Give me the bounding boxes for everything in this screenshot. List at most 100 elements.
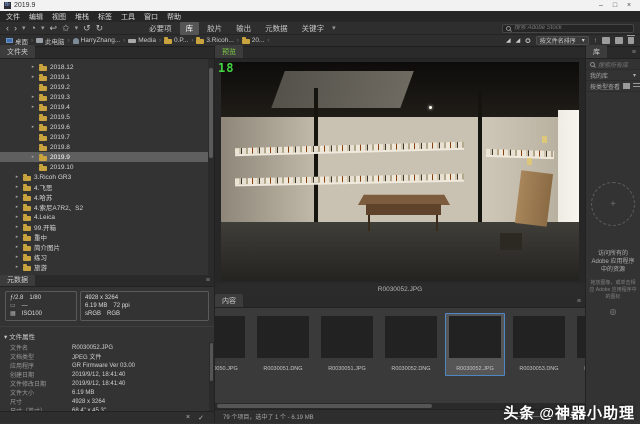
thumbnail-cell[interactable]: ····· R0030051.DNG <box>253 313 313 376</box>
file-properties-heading[interactable]: ▾ 文件属性 <box>0 326 214 342</box>
expand-arrow-icon[interactable]: ▸ <box>30 64 36 70</box>
workspace-tab[interactable]: 输出 <box>230 22 257 35</box>
expand-arrow-icon[interactable]: ▸ <box>14 264 20 270</box>
folder-tree-item[interactable]: ▸ 2019.3 <box>0 92 214 102</box>
forward-icon[interactable]: › <box>14 23 17 33</box>
workspace-tab[interactable]: 库 <box>180 22 200 35</box>
sort-options-icon[interactable]: ◢ <box>516 37 521 44</box>
expand-arrow-icon[interactable]: ▸ <box>14 214 20 220</box>
folder-tree-item[interactable]: ▸ 2019.1 <box>0 72 214 82</box>
content-tab[interactable]: 内容 <box>215 294 243 307</box>
menu-item[interactable]: 工具 <box>121 12 135 22</box>
folder-tree-item[interactable]: 2019.7 <box>0 132 214 142</box>
thumbnail-image[interactable] <box>513 316 565 358</box>
sort-direction-icon[interactable]: ↑ <box>594 37 597 44</box>
menu-item[interactable]: 窗口 <box>144 12 158 22</box>
breadcrumb-item[interactable]: 3.Ricoh... <box>196 37 233 44</box>
rotate-ccw-icon[interactable]: ↺ <box>83 23 91 34</box>
metadata-scrollbar-thumb[interactable] <box>210 343 213 381</box>
sort-ascending-icon[interactable]: ◢ <box>506 37 511 44</box>
libraries-search-row[interactable]: 搜索所有库 <box>586 59 640 70</box>
expand-arrow-icon[interactable]: ▸ <box>14 254 20 260</box>
expand-arrow-icon[interactable]: ▸ <box>30 94 36 100</box>
trash-icon[interactable] <box>628 37 634 44</box>
folder-tree-item[interactable]: ▸ 4.索尼A7R2、S2 <box>0 202 214 212</box>
nav-caret-icon[interactable]: ▾ <box>22 24 26 32</box>
folder-tree-item[interactable]: ▸ 4.哈苏 <box>0 192 214 202</box>
folders-scrollbar-thumb[interactable] <box>209 68 213 159</box>
thumbnail-image[interactable] <box>257 316 309 358</box>
folder-tree-item[interactable]: ▸ 练习 <box>0 252 214 262</box>
refine-icon[interactable]: ✩ <box>62 23 70 34</box>
metadata-apply-icon[interactable]: ✓ <box>198 414 204 422</box>
libraries-view-row[interactable]: 按类型查看 <box>586 81 640 92</box>
expand-arrow-icon[interactable]: ▸ <box>14 174 20 180</box>
folder-tree-item[interactable]: 2019.2 <box>0 82 214 92</box>
folders-tab[interactable]: 文件夹 <box>0 45 35 58</box>
maximize-button[interactable]: □ <box>608 2 622 9</box>
thumbnail-image[interactable] <box>215 316 245 358</box>
metadata-cancel-icon[interactable]: × <box>186 414 190 421</box>
breadcrumb-item[interactable]: Media <box>128 37 156 44</box>
thumbnail-image[interactable] <box>449 316 501 358</box>
breadcrumb-item[interactable]: 20... <box>242 37 265 44</box>
folder-tree-item[interactable]: 2019.8 <box>0 142 214 152</box>
breadcrumb-item[interactable]: 0.P... <box>164 37 188 44</box>
libraries-drop-target[interactable]: + <box>591 182 635 226</box>
back-icon[interactable]: ‹ <box>6 23 9 33</box>
expand-arrow-icon[interactable]: ▸ <box>14 234 20 240</box>
expand-arrow-icon[interactable]: ▸ <box>14 184 20 190</box>
folder-tree-item[interactable]: ▸ 4.飞思 <box>0 182 214 192</box>
content-scrollbar-thumb[interactable] <box>217 404 432 408</box>
libraries-panel-menu-icon[interactable]: ≡ <box>632 49 636 56</box>
new-synced-library-icon[interactable] <box>602 37 610 44</box>
expand-arrow-icon[interactable]: ▸ <box>14 244 20 250</box>
thumbnail-image[interactable] <box>577 316 585 358</box>
breadcrumb-item[interactable]: 此电脑 <box>36 36 65 46</box>
new-folder-icon[interactable] <box>615 37 623 44</box>
folder-tree-item[interactable]: ▸ 3.Ricoh GR3 <box>0 172 214 182</box>
expand-arrow-icon[interactable]: ▸ <box>14 194 20 200</box>
folders-scrollbar[interactable] <box>208 59 214 275</box>
folder-tree-item[interactable]: 2019.5 <box>0 112 214 122</box>
expand-arrow-icon[interactable]: ▸ <box>30 154 36 160</box>
expand-arrow-icon[interactable]: ▸ <box>30 74 36 80</box>
refine-caret-icon[interactable]: ▾ <box>75 24 79 32</box>
expand-arrow-icon[interactable]: ▸ <box>30 104 36 110</box>
filter-star-icon[interactable]: ✪ <box>525 37 530 45</box>
recent-files-icon[interactable]: ◔ <box>31 23 36 33</box>
thumbnail-cell[interactable]: ····· R0030053.JPG <box>573 313 585 376</box>
folder-tree-item[interactable]: ▸ 2019.6 <box>0 122 214 132</box>
content-panel-menu-icon[interactable]: ≡ <box>577 298 581 305</box>
libraries-list-view-icon[interactable] <box>633 83 640 89</box>
metadata-scrollbar[interactable] <box>209 342 214 411</box>
libraries-tab[interactable]: 库 <box>586 45 607 58</box>
folder-tree-item[interactable]: ▸ 2019.4 <box>0 102 214 112</box>
folder-tree-item[interactable]: ▸ 简介图片 <box>0 242 214 252</box>
property-value[interactable]: 68.4" x 45.3" <box>72 408 106 412</box>
close-button[interactable]: × <box>622 2 636 9</box>
expand-arrow-icon[interactable]: ▸ <box>14 224 20 230</box>
menu-item[interactable]: 帮助 <box>167 12 181 22</box>
folder-tree-item[interactable]: 2019.10 <box>0 162 214 172</box>
workspace-tab[interactable]: 必要项 <box>143 22 178 35</box>
property-value[interactable]: 4928 x 3264 <box>72 399 105 405</box>
property-value[interactable]: JPEG 文件 <box>72 352 101 361</box>
metadata-panel-menu-icon[interactable]: ≡ <box>206 277 210 284</box>
minimize-button[interactable]: – <box>594 2 608 9</box>
breadcrumb-item[interactable]: HarryZhang... <box>73 37 121 44</box>
sort-select[interactable]: 按文件名排序 ▾ <box>536 36 589 45</box>
thumbnail-cell[interactable]: ····· R0030052.JPG <box>445 313 505 376</box>
recent-caret-icon[interactable]: ▾ <box>41 24 45 32</box>
folder-tree-item[interactable]: ▸ 2019.9 <box>0 152 214 162</box>
folder-tree-item[interactable]: ▸ 2018.12 <box>0 62 214 72</box>
libraries-collection-select[interactable]: 我的库 ▾ <box>586 70 640 81</box>
property-value[interactable]: 2019/9/12, 18:41:40 <box>72 381 125 387</box>
thumbnail-cell[interactable]: ····· R0030050.JPG <box>215 313 249 376</box>
expand-arrow-icon[interactable]: ▸ <box>14 204 20 210</box>
thumbnail-cell[interactable]: ····· R0030052.DNG <box>381 313 441 376</box>
preview-image[interactable] <box>221 62 579 281</box>
menu-item[interactable]: 文件 <box>6 12 20 22</box>
property-value[interactable]: R0030052.JPG <box>72 345 113 351</box>
expand-arrow-icon[interactable]: ▸ <box>30 124 36 130</box>
